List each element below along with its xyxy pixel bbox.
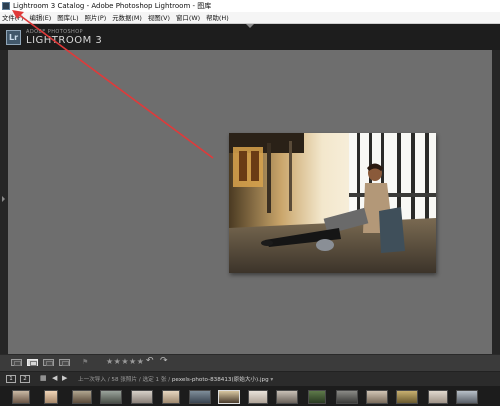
grid-icon[interactable]: ▦	[40, 374, 47, 382]
filmstrip-thumb[interactable]	[12, 390, 30, 404]
rotate-right-icon[interactable]: ↷	[160, 356, 168, 366]
filmstrip-thumb[interactable]	[44, 390, 58, 404]
filmstrip-thumb[interactable]	[428, 390, 448, 404]
filmstrip-thumb[interactable]	[366, 390, 388, 404]
filmstrip-thumb[interactable]	[162, 390, 180, 404]
filmstrip-thumb[interactable]	[248, 390, 268, 404]
secondary-window-1-button[interactable]: 1	[6, 375, 16, 383]
back-arrow-icon[interactable]: ◀	[52, 374, 57, 382]
filmstrip-thumb[interactable]	[276, 390, 298, 404]
toolbar	[0, 354, 500, 371]
filmstrip-thumb[interactable]	[72, 390, 92, 404]
source-path-prefix: 上一次导入 / 58 张照片 / 选定 1 张 /	[78, 377, 171, 383]
compare-view-button[interactable]	[43, 359, 54, 366]
filmstrip-thumb[interactable]	[336, 390, 358, 404]
filmstrip-source-path[interactable]: 上一次导入 / 58 张照片 / 选定 1 张 / pexels-photo-8…	[78, 375, 273, 383]
filmstrip-thumb[interactable]	[131, 390, 153, 404]
star-rating[interactable]: ★★★★★	[106, 357, 144, 366]
loupe-view-button[interactable]	[27, 359, 38, 366]
forward-arrow-icon[interactable]: ▶	[62, 374, 67, 382]
source-path-dropdown-icon[interactable]: ▾	[270, 377, 273, 383]
survey-view-button[interactable]	[59, 359, 70, 366]
filmstrip-thumb[interactable]	[189, 390, 211, 404]
rotate-left-icon[interactable]: ↶	[146, 356, 154, 366]
filmstrip-thumb[interactable]	[100, 390, 122, 404]
grid-view-button[interactable]	[11, 359, 22, 366]
filmstrip-thumb[interactable]	[456, 390, 478, 404]
filmstrip-thumb[interactable]	[308, 390, 326, 404]
annotation-arrow	[12, 10, 214, 159]
source-file-name: pexels-photo-838413(原始大小).jpg	[171, 377, 269, 383]
secondary-window-2-button[interactable]: 2	[20, 375, 30, 383]
flag-icon[interactable]: ⚑	[82, 358, 88, 366]
filmstrip-thumb[interactable]	[396, 390, 418, 404]
filmstrip-thumb-selected[interactable]	[218, 390, 240, 404]
